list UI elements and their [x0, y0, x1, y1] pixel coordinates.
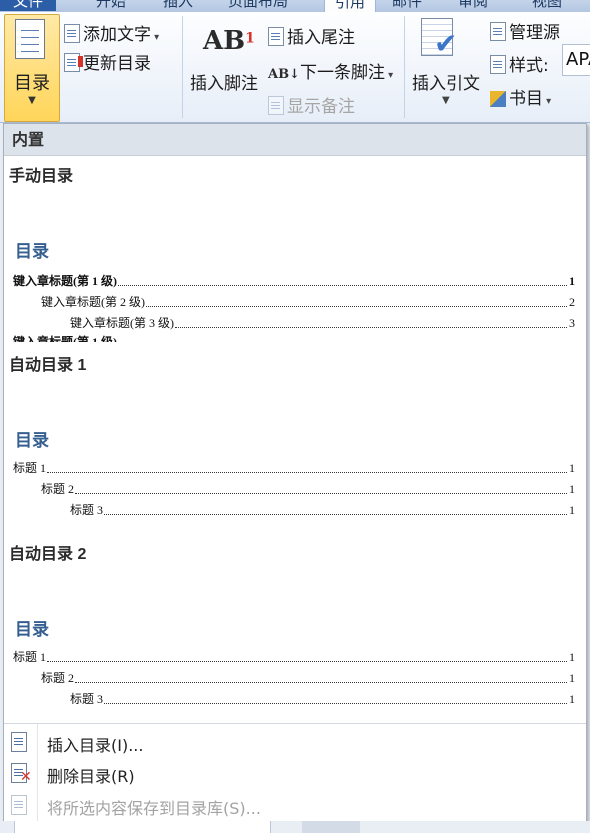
- update-toc-icon: [64, 53, 83, 72]
- toc-entry-level-3: 键入章标题(第 3 级) 3: [70, 316, 575, 330]
- toc-entry-level-1: 标题 11: [13, 650, 575, 664]
- insert-citation-icon: [421, 18, 457, 60]
- save-to-gallery-icon: [11, 795, 27, 815]
- style-label: 样式:: [490, 51, 549, 76]
- toc-template-automatic-1[interactable]: 自动目录 1 目录 标题 11 标题 21 标题 31: [4, 342, 586, 530]
- section-header-builtin: 内置: [4, 124, 586, 156]
- close-icon: ✕: [20, 769, 32, 785]
- tab-references[interactable]: 引用: [324, 0, 377, 12]
- toc-document-icon: [15, 19, 45, 59]
- insert-toc-icon: [11, 732, 27, 752]
- toc-entry-level-2: 标题 21: [41, 482, 575, 496]
- toc-button-label: 目录: [14, 73, 50, 94]
- toc-template-manual[interactable]: 手动目录 目录 键入章标题(第 1 级) 1 键入章标题(第 2 级) 2 键入章标…: [4, 155, 586, 342]
- template-title: 自动目录 1: [9, 357, 87, 374]
- remove-toc-label: 删除目录(R): [47, 767, 135, 786]
- toc-entry-level-1: 标题 11: [13, 461, 575, 475]
- document-page: [14, 821, 271, 833]
- template-heading: 目录: [15, 620, 49, 640]
- tab-review[interactable]: 审阅: [458, 0, 488, 11]
- scrollbar-thumb[interactable]: [302, 821, 360, 833]
- footnote-icon: AB1: [203, 26, 255, 56]
- toc-gallery-dropdown: 内置 手动目录 目录 键入章标题(第 1 级) 1 键入章标题(第 2 级) 2 键…: [3, 123, 587, 823]
- toc-entry-level-2: 键入章标题(第 2 级) 2: [41, 295, 575, 309]
- endnote-icon: [268, 27, 284, 46]
- tab-file[interactable]: 文件: [0, 0, 56, 11]
- style-icon: [490, 55, 506, 74]
- bibliography-icon: [490, 91, 506, 107]
- insert-footnote-button[interactable]: 插入脚注: [190, 69, 258, 94]
- manage-sources-icon: [490, 22, 506, 41]
- chevron-down-icon: ▼: [442, 95, 450, 106]
- tab-insert[interactable]: 插入: [163, 0, 193, 11]
- menu-divider: [4, 723, 586, 724]
- insert-toc-label: 插入目录(I)...: [47, 736, 144, 755]
- manage-sources-button[interactable]: 管理源: [490, 18, 560, 43]
- toc-template-automatic-2[interactable]: 自动目录 2 目录 标题 11 标题 21 标题 31: [4, 530, 586, 720]
- template-heading: 目录: [15, 242, 49, 262]
- tab-mailings[interactable]: 邮件: [392, 0, 422, 11]
- next-footnote-button[interactable]: AB↓下一条脚注 ▾: [268, 58, 393, 83]
- insert-toc-menu-item[interactable]: 插入目录(I)...: [4, 727, 586, 757]
- bibliography-button[interactable]: 书目 ▾: [490, 84, 551, 109]
- tab-page-layout[interactable]: 页面布局: [228, 0, 288, 11]
- table-of-contents-button[interactable]: 目录 ▼: [4, 14, 60, 122]
- template-heading: 目录: [15, 431, 49, 451]
- ribbon-tab-strip: 文件 开始 插入 页面布局 引用 邮件 审阅 视图: [0, 0, 590, 12]
- next-footnote-icon: AB↓: [268, 67, 300, 82]
- tab-view[interactable]: 视图: [532, 0, 562, 11]
- toc-entry-level-3: 标题 31: [70, 503, 575, 517]
- add-text-icon: [64, 24, 80, 43]
- remove-toc-menu-item[interactable]: ✕ 删除目录(R): [4, 758, 586, 788]
- show-notes-button[interactable]: 显示备注: [268, 92, 355, 117]
- toc-entry-level-3: 标题 31: [70, 692, 575, 706]
- insert-citation-button[interactable]: 插入引文: [412, 69, 480, 94]
- toc-entry-level-2: 标题 21: [41, 671, 575, 685]
- group-divider: [182, 16, 183, 118]
- tab-home[interactable]: 开始: [96, 0, 126, 11]
- update-toc-button[interactable]: 更新目录: [64, 49, 151, 74]
- document-background: [0, 821, 590, 833]
- toc-entry-level-1-cut: 键入章标题(第 1 级): [13, 335, 117, 342]
- save-selection-menu-item[interactable]: 将所选内容保存到目录库(S)...: [4, 790, 586, 820]
- template-title: 手动目录: [9, 168, 74, 185]
- template-title: 自动目录 2: [9, 546, 87, 563]
- add-text-button[interactable]: 添加文字 ▾: [64, 20, 159, 45]
- chevron-down-icon: ▼: [28, 95, 36, 106]
- save-selection-label: 将所选内容保存到目录库(S)...: [47, 799, 261, 818]
- show-notes-icon: [268, 96, 284, 115]
- group-divider: [404, 16, 405, 118]
- ribbon: 目录 ▼ 添加文字 ▾ 更新目录 AB1 插入脚注 插入尾注 AB↓下一条脚注 …: [0, 12, 590, 123]
- toc-entry-level-1: 键入章标题(第 1 级) 1: [13, 274, 575, 288]
- insert-endnote-button[interactable]: 插入尾注: [268, 23, 355, 48]
- style-select[interactable]: APA: [562, 44, 590, 76]
